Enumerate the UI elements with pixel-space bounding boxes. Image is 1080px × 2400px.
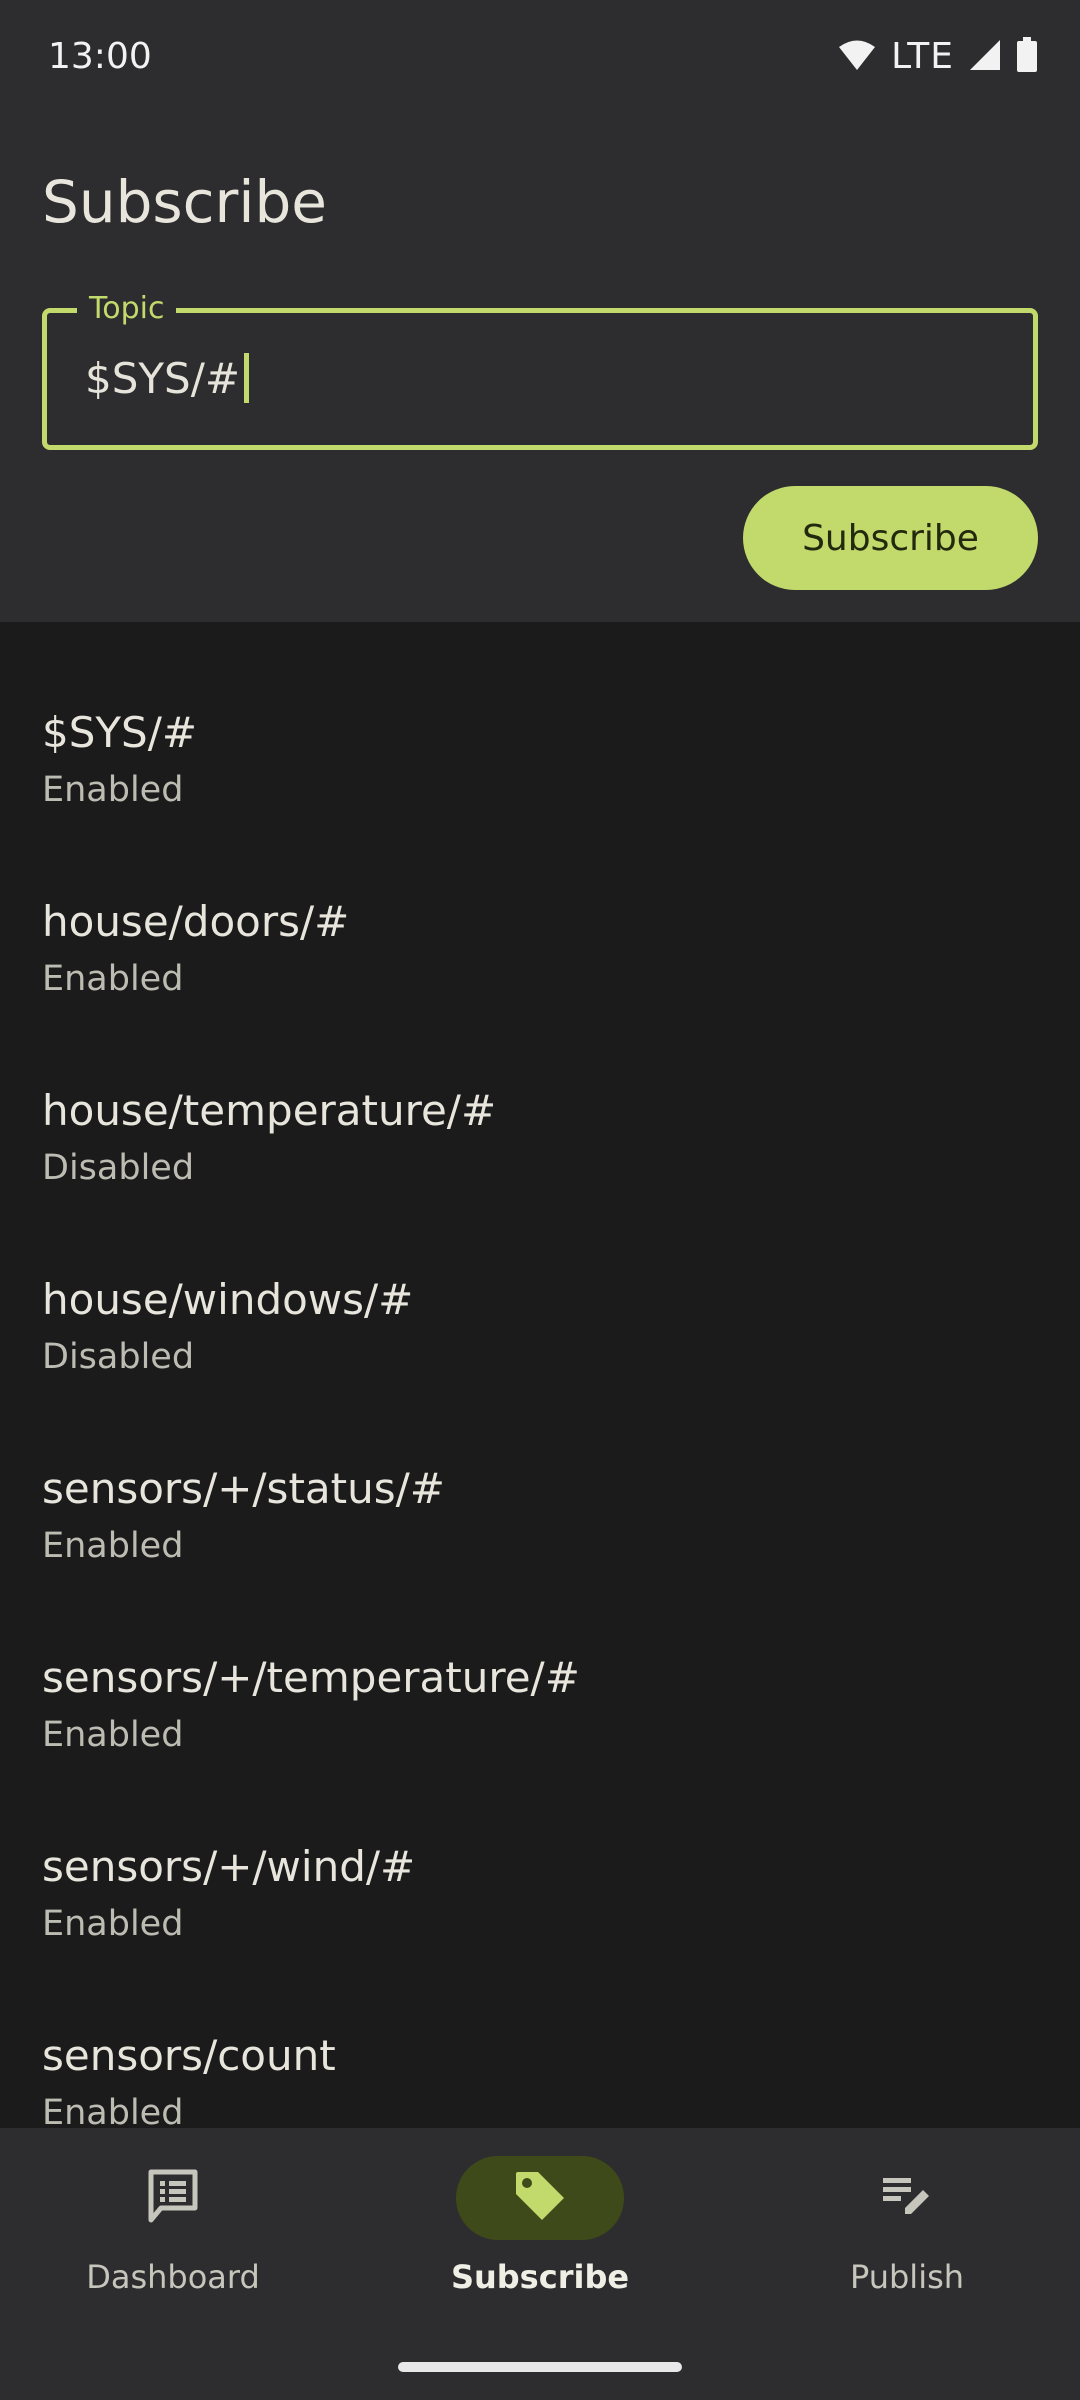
subscription-status: Enabled — [42, 2093, 184, 2133]
bottom-navigation: Dashboard Subscribe Publish — [0, 2128, 1080, 2400]
signal-icon — [968, 38, 1002, 76]
page-title: Subscribe — [42, 168, 327, 236]
list-item[interactable]: house/doors/# Enabled — [0, 849, 1080, 1038]
subscription-status: Enabled — [42, 770, 184, 810]
subscription-status: Disabled — [42, 1337, 195, 1377]
subscription-topic: $SYS/# — [42, 708, 198, 757]
home-indicator[interactable] — [398, 2362, 682, 2372]
status-bar: 13:00 LTE — [0, 0, 1080, 120]
network-type: LTE — [891, 36, 954, 77]
nav-label-dashboard: Dashboard — [86, 2258, 260, 2296]
subscription-list: $SYS/# Enabled house/doors/# Enabled hou… — [0, 660, 1080, 2172]
tag-icon — [512, 2168, 568, 2228]
wifi-icon — [837, 38, 877, 76]
list-item[interactable]: sensors/+/status/# Enabled — [0, 1416, 1080, 1605]
nav-item-publish[interactable]: Publish — [757, 2156, 1057, 2326]
subscription-status: Enabled — [42, 1526, 184, 1566]
subscription-topic: sensors/+/wind/# — [42, 1842, 416, 1891]
nav-label-subscribe: Subscribe — [450, 2258, 630, 2296]
top-app-area: 13:00 LTE Subscribe Topic $SYS/# Subscri… — [0, 0, 1080, 622]
nav-label-publish: Publish — [849, 2258, 965, 2296]
status-icons: LTE — [837, 36, 1038, 77]
subscription-topic: sensors/+/temperature/# — [42, 1653, 580, 1702]
subscription-topic: house/temperature/# — [42, 1086, 497, 1135]
topic-input[interactable]: $SYS/# — [85, 353, 250, 403]
topic-input-value: $SYS/# — [85, 353, 241, 403]
list-item[interactable]: house/windows/# Disabled — [0, 1227, 1080, 1416]
subscription-status: Enabled — [42, 959, 184, 999]
nav-pill-subscribe — [456, 2156, 624, 2240]
text-cursor — [244, 353, 250, 403]
topic-field[interactable]: Topic $SYS/# — [42, 289, 1038, 450]
subscription-topic: sensors/+/status/# — [42, 1464, 445, 1513]
battery-icon — [1016, 36, 1038, 77]
topic-field-label: Topic — [77, 289, 177, 329]
nav-pill-dashboard — [89, 2156, 257, 2240]
subscribe-button[interactable]: Subscribe — [743, 486, 1038, 590]
list-item[interactable]: $SYS/# Enabled — [0, 660, 1080, 849]
dashboard-icon — [145, 2168, 201, 2228]
subscription-status: Disabled — [42, 1148, 195, 1188]
subscription-topic: sensors/count — [42, 2031, 336, 2080]
list-item[interactable]: sensors/+/temperature/# Enabled — [0, 1605, 1080, 1794]
status-time: 13:00 — [48, 36, 152, 77]
subscription-topic: house/doors/# — [42, 897, 350, 946]
list-item[interactable]: sensors/+/wind/# Enabled — [0, 1794, 1080, 1983]
subscription-topic: house/windows/# — [42, 1275, 414, 1324]
list-item[interactable]: house/temperature/# Disabled — [0, 1038, 1080, 1227]
nav-pill-publish — [823, 2156, 991, 2240]
subscription-status: Enabled — [42, 1904, 184, 1944]
nav-item-subscribe[interactable]: Subscribe — [390, 2156, 690, 2326]
publish-edit-icon — [879, 2168, 935, 2228]
nav-item-dashboard[interactable]: Dashboard — [23, 2156, 323, 2326]
subscription-status: Enabled — [42, 1715, 184, 1755]
